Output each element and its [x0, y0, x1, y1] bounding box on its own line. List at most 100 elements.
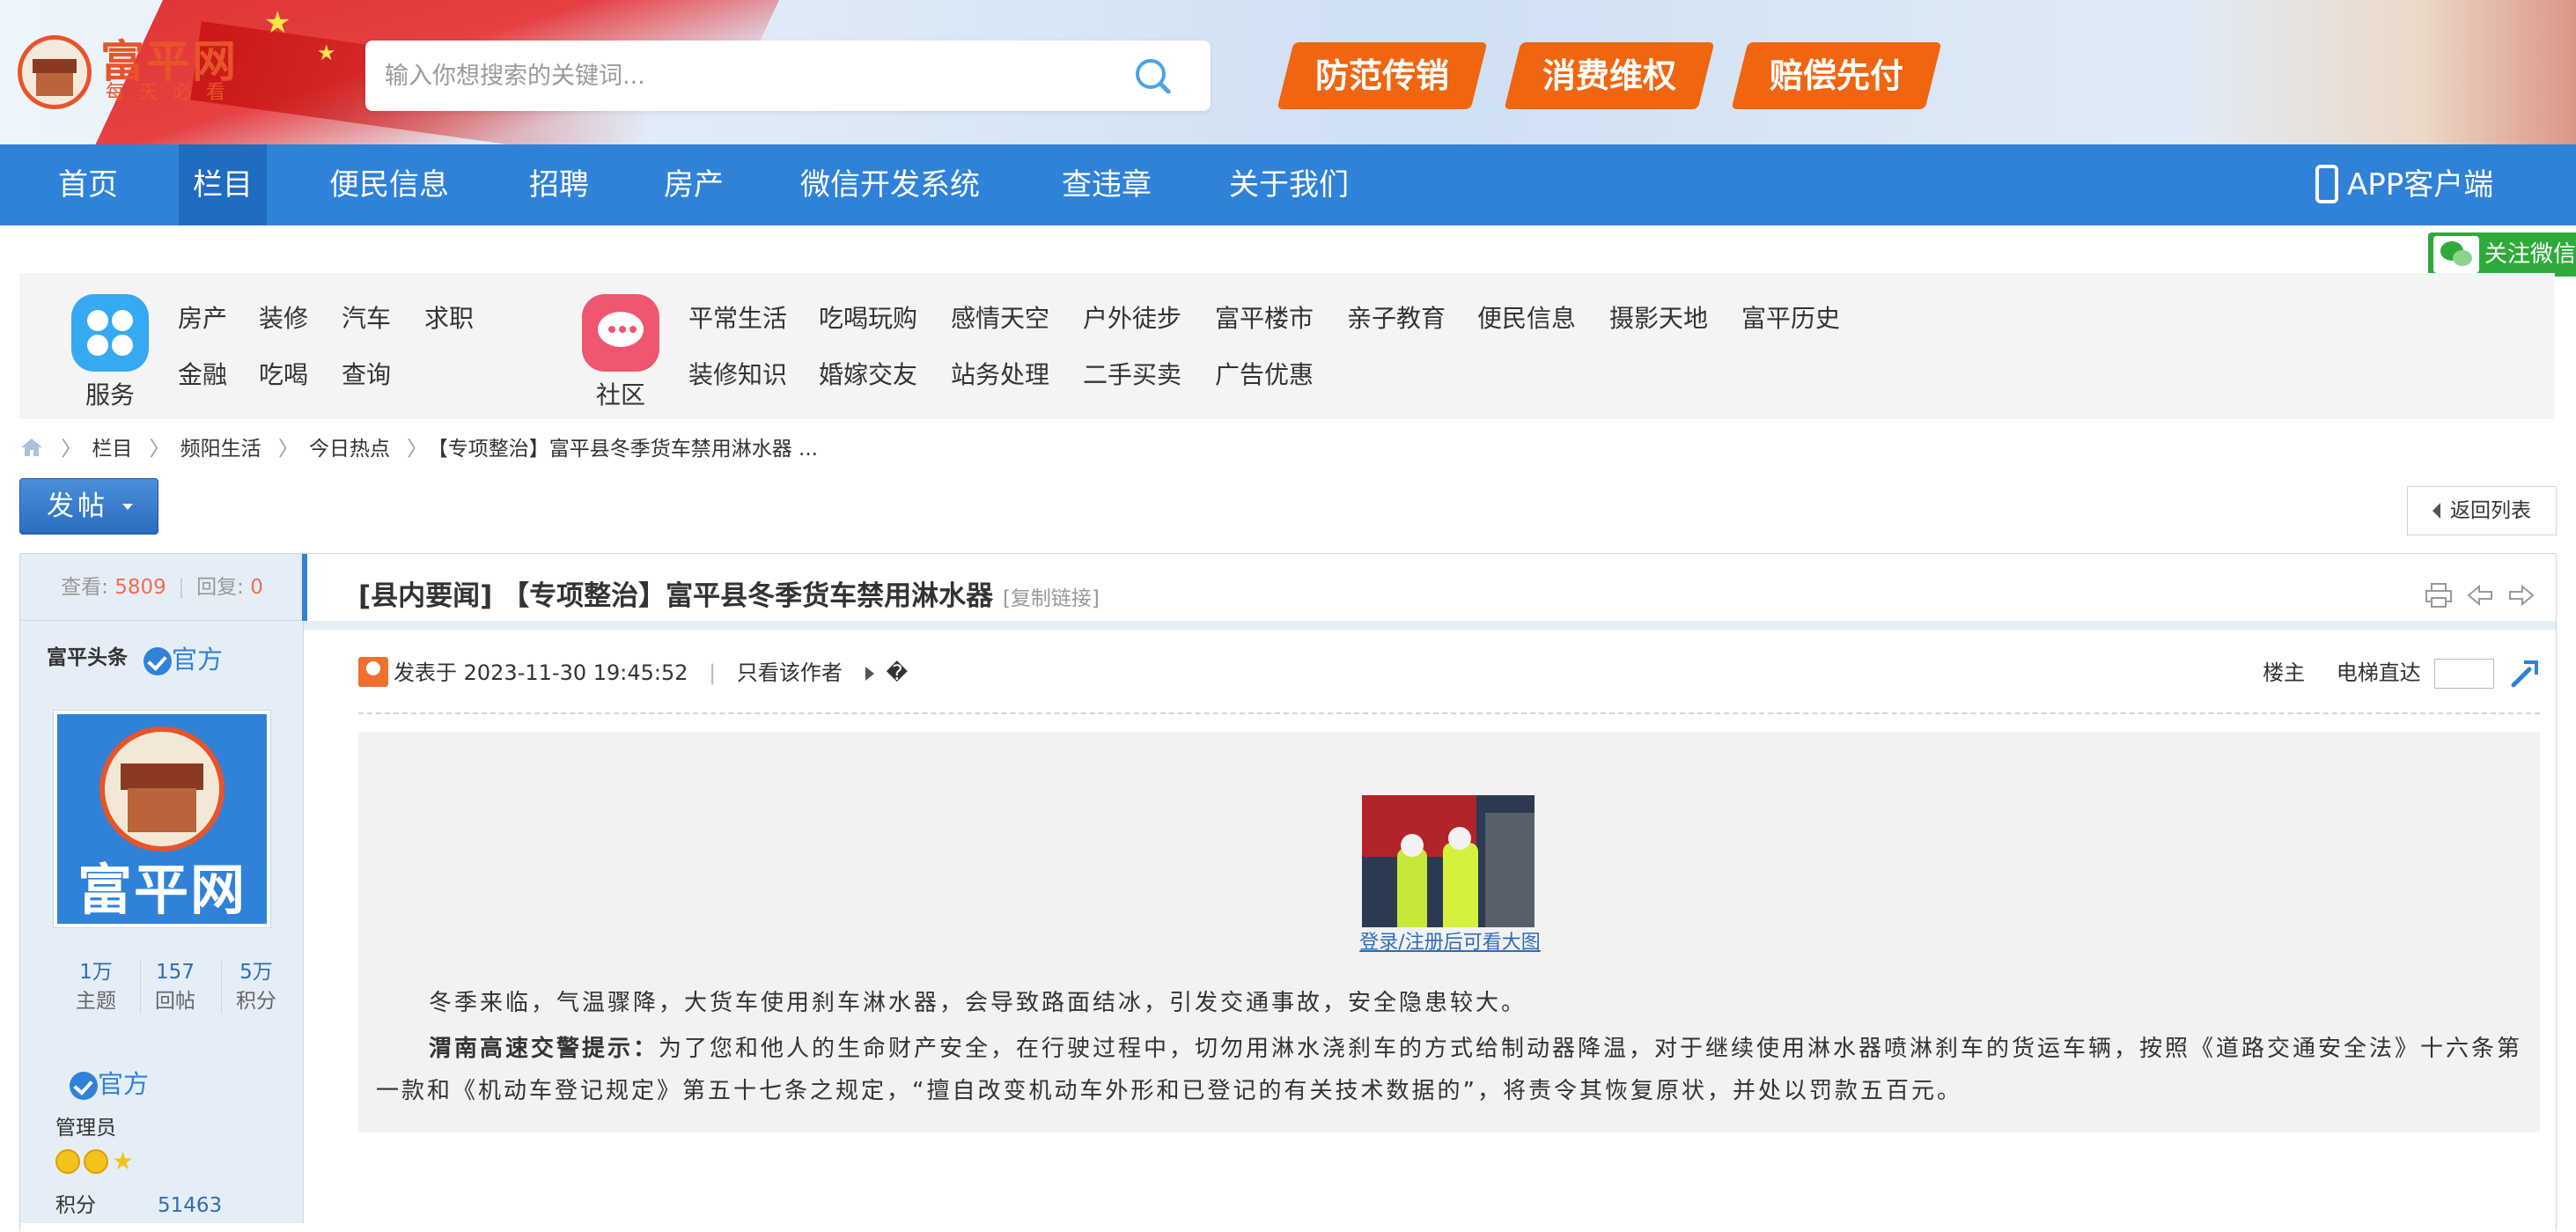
service-link[interactable]: 装修: [259, 303, 308, 335]
author-name[interactable]: 富平头条: [47, 642, 128, 674]
phone-icon: [2315, 164, 2338, 203]
breadcrumb-item[interactable]: 栏目: [92, 438, 132, 461]
user-stat-points[interactable]: 5万 积分: [216, 959, 297, 1017]
post-paragraph-text: 为了您和他人的生命财产安全，在行驶过程中，切勿用淋水浇刹车的方式给制动器降温，对…: [376, 1036, 2523, 1104]
post-area: 查看: 5809 | 回复: 0 富平头条 官方 富平网 1万 主题 157 回…: [19, 553, 2557, 1231]
main-nav: 首页 栏目 便民信息 招聘 房产 微信开发系统 查违章 关于我们 APP客户端: [0, 144, 2576, 225]
community-link[interactable]: 平常生活: [688, 303, 787, 335]
logo-emblem-icon: [18, 35, 92, 109]
follow-wechat-button[interactable]: 关注微信: [2428, 232, 2576, 277]
nav-about-us[interactable]: 关于我们: [1215, 144, 1363, 225]
points-value: 51463: [158, 1194, 223, 1217]
community-link[interactable]: 富平历史: [1741, 303, 1840, 335]
breadcrumb-current[interactable]: 【专项整治】富平县冬季货车禁用淋水器 ...: [438, 438, 818, 461]
author-only-link[interactable]: 只看该作者: [737, 660, 843, 685]
community-link[interactable]: 广告优惠: [1215, 359, 1314, 391]
copy-link[interactable]: [复制链接]: [1003, 587, 1100, 610]
community-link[interactable]: 便民信息: [1477, 303, 1576, 335]
nav-recruitment[interactable]: 招聘: [515, 144, 603, 225]
promo-label: 防范传销: [1314, 56, 1449, 95]
community-link[interactable]: 富平楼市: [1215, 303, 1314, 335]
user-stat-topics[interactable]: 1万 主题: [55, 959, 136, 1017]
new-post-button[interactable]: 发帖: [19, 478, 158, 535]
star-decoration: ★: [264, 5, 291, 41]
stats-divider: |: [178, 576, 185, 599]
promo-anti-pyramid-button[interactable]: 防范传销: [1277, 42, 1488, 109]
nav-columns[interactable]: 栏目: [179, 144, 267, 225]
community-icon: [582, 294, 659, 372]
play-icon[interactable]: [865, 667, 874, 681]
community-category[interactable]: 社区: [579, 294, 662, 410]
home-icon[interactable]: [19, 437, 44, 458]
meta-divider-line: [358, 712, 2540, 714]
avatar-text: 富平网: [77, 858, 247, 922]
go-icon[interactable]: [2510, 659, 2540, 689]
search-box: [365, 41, 1211, 111]
breadcrumb-item[interactable]: 今日热点: [309, 438, 390, 461]
thread-title-text: [县内要闻] 【专项整治】富平县冬季货车禁用淋水器: [358, 580, 994, 612]
thread-main: [县内要闻] 【专项整治】富平县冬季货车禁用淋水器 [复制链接] 发表于 202…: [304, 554, 2556, 1232]
community-link[interactable]: 摄影天地: [1609, 303, 1708, 335]
site-logo[interactable]: 富平网 每天必看: [18, 35, 247, 109]
community-link[interactable]: 吃喝玩购: [819, 303, 917, 335]
search-icon[interactable]: [1133, 56, 1172, 95]
floor-tools: 楼主 电梯直达: [2263, 642, 2540, 704]
app-client-link[interactable]: APP客户端: [2315, 144, 2493, 225]
service-link[interactable]: 吃喝: [259, 359, 308, 391]
service-link[interactable]: 查询: [342, 359, 391, 391]
community-link[interactable]: 感情天空: [951, 303, 1049, 335]
user-role[interactable]: 管理员: [55, 1114, 116, 1142]
return-list-label: 返回列表: [2450, 499, 2531, 522]
user-stat-value: 1万: [79, 961, 113, 984]
community-link[interactable]: 二手买卖: [1083, 359, 1181, 391]
star-decoration: ★: [317, 41, 336, 65]
community-link[interactable]: 婚嫁交友: [819, 359, 917, 391]
official-badge-label: 官方: [172, 645, 224, 675]
unknown-glyph: �: [886, 660, 909, 685]
app-client-label: APP客户端: [2347, 167, 2494, 203]
promo-compensation-button[interactable]: 赔偿先付: [1731, 42, 1942, 109]
crumb-separator: 〉: [277, 438, 298, 461]
elevator-label: 电梯直达: [2336, 660, 2421, 685]
nav-traffic-violation[interactable]: 查违章: [1048, 144, 1166, 225]
community-title: 社区: [595, 380, 645, 409]
nav-home[interactable]: 首页: [44, 144, 132, 225]
service-link[interactable]: 求职: [424, 303, 474, 335]
return-list-button[interactable]: 返回列表: [2407, 486, 2557, 535]
post-paragraph: 冬季来临，气温骤降，大货车使用刹车淋水器，会导致路面结冰，引发交通事故，安全隐患…: [429, 990, 1527, 1016]
nav-convenience-info[interactable]: 便民信息: [315, 144, 463, 225]
site-header: ★ ★ 富平网 每天必看 防范传销 消费维权 赔偿先付: [0, 0, 2576, 144]
breadcrumb-item[interactable]: 频阳生活: [180, 438, 261, 461]
community-link[interactable]: 装修知识: [688, 359, 787, 391]
post-image[interactable]: [1362, 795, 1535, 927]
image-login-link[interactable]: 登录/注册后可看大图: [1353, 929, 1547, 957]
service-link[interactable]: 汽车: [342, 303, 391, 335]
logo-name: 富平网: [100, 36, 238, 87]
avatar[interactable]: 富平网: [53, 710, 271, 928]
thread-title: [县内要闻] 【专项整治】富平县冬季货车禁用淋水器 [复制链接]: [358, 577, 1100, 618]
service-link[interactable]: 金融: [178, 359, 227, 391]
community-link[interactable]: 站务处理: [951, 359, 1049, 391]
prev-icon[interactable]: [2465, 582, 2495, 609]
floor-jump-input[interactable]: [2434, 659, 2495, 689]
community-link[interactable]: 户外徒步: [1083, 303, 1181, 335]
community-link[interactable]: 亲子教育: [1347, 303, 1446, 335]
next-icon[interactable]: [2506, 582, 2536, 609]
service-category[interactable]: 服务: [69, 294, 151, 410]
service-link[interactable]: 房产: [178, 303, 227, 335]
nav-wechat-dev[interactable]: 微信开发系统: [786, 144, 994, 225]
official-badge-label: 官方: [98, 1069, 150, 1099]
user-stat-replies[interactable]: 157 回帖: [135, 959, 216, 1017]
print-icon[interactable]: [2424, 582, 2454, 609]
views-count: 5809: [114, 576, 166, 599]
rank-icons: ★: [55, 1149, 134, 1177]
nav-real-estate[interactable]: 房产: [650, 144, 738, 225]
promo-consumer-rights-button[interactable]: 消费维权: [1504, 42, 1715, 109]
category-panel: 服务 房产 装修 汽车 求职 金融 吃喝 查询 社区 平常生活 吃喝玩购 感情天…: [19, 273, 2555, 419]
service-icon: [71, 294, 149, 372]
post-paragraph: 渭南高速交警提示：为了您和他人的生命财产安全，在行驶过程中，切勿用淋水浇刹车的方…: [376, 1028, 2524, 1112]
author-sidebar: 查看: 5809 | 回复: 0 富平头条 官方 富平网 1万 主题 157 回…: [20, 554, 307, 1223]
user-stat-label: 主题: [76, 990, 116, 1013]
meta-divider: |: [709, 660, 717, 685]
search-input[interactable]: [383, 53, 1122, 99]
